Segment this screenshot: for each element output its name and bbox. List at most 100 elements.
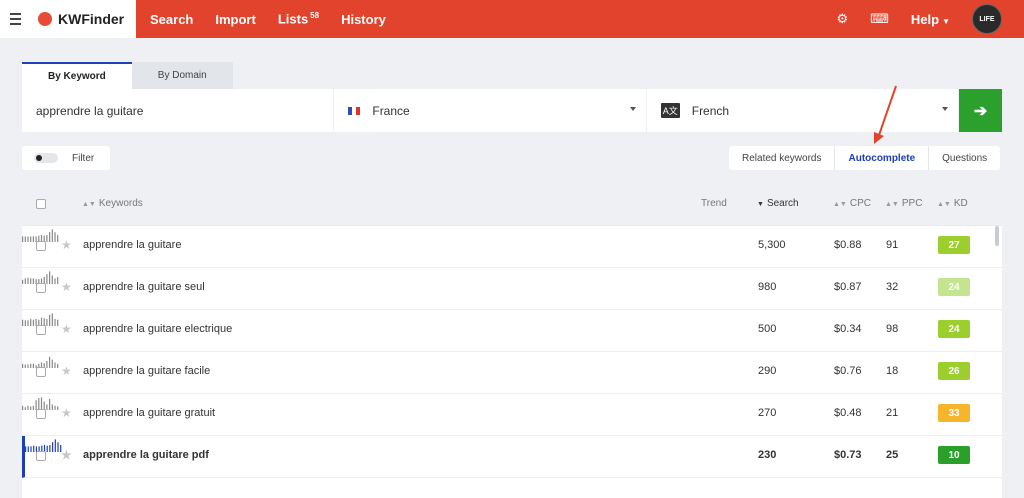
header-trend: Trend <box>701 198 727 209</box>
ppc-cell: 21 <box>886 407 899 419</box>
trend-bar <box>54 405 56 410</box>
trend-bar <box>24 278 26 284</box>
search-submit-button[interactable]: ➔ <box>959 89 1002 132</box>
cpc-cell: $0.88 <box>834 239 862 251</box>
row-checkbox[interactable] <box>36 325 46 335</box>
nav-history[interactable]: History <box>341 12 386 27</box>
trend-bar <box>30 406 32 410</box>
sort-icon: ▲▼ <box>885 201 899 208</box>
ppc-cell: 98 <box>886 323 899 335</box>
header-kd[interactable]: ▲▼ KD <box>937 198 968 209</box>
trend-bar <box>49 314 51 326</box>
tab-by-domain[interactable]: By Domain <box>131 62 233 89</box>
trend-bar <box>32 363 34 368</box>
star-icon[interactable]: ★ <box>61 322 72 336</box>
trend-bar <box>54 362 56 368</box>
trend-bar <box>51 359 53 368</box>
keyword-cell[interactable]: apprendre la guitare pdf <box>83 449 209 461</box>
annotation-arrow <box>874 85 897 144</box>
keyword-cell[interactable]: apprendre la guitare facile <box>83 365 210 377</box>
trend-bar <box>52 442 54 452</box>
tab-autocomplete[interactable]: Autocomplete <box>834 146 928 170</box>
avatar[interactable]: LIFE <box>972 4 1002 34</box>
help-menu[interactable]: Help ▼ <box>911 12 950 27</box>
kd-badge: 10 <box>938 446 970 464</box>
keyword-input[interactable]: apprendre la guitare <box>22 89 334 132</box>
search-volume-cell: 500 <box>758 323 777 335</box>
table-row[interactable]: ★ apprendre la guitare 5,300 $0.88 91 27 <box>22 226 1002 268</box>
scrollbar[interactable] <box>995 226 999 246</box>
tab-related-keywords[interactable]: Related keywords <box>729 146 834 170</box>
ppc-cell: 25 <box>886 449 899 461</box>
nav-lists[interactable]: Lists 58 <box>278 11 319 26</box>
trend-bar <box>24 320 26 326</box>
sort-desc-icon: ▼ <box>757 201 764 208</box>
trend-bar <box>49 356 51 368</box>
kd-badge: 24 <box>938 278 970 296</box>
star-icon[interactable]: ★ <box>61 406 72 420</box>
brand-name[interactable]: KWFinder <box>58 11 124 27</box>
trend-bar <box>24 236 26 242</box>
trend-bar <box>27 236 29 242</box>
france-flag-icon <box>348 106 361 115</box>
chevron-down-icon: ▼ <box>942 16 950 26</box>
language-select[interactable]: A文 French <box>646 89 959 132</box>
star-icon[interactable]: ★ <box>61 364 72 378</box>
row-checkbox[interactable] <box>36 409 46 419</box>
star-icon[interactable]: ★ <box>61 280 72 294</box>
menu-icon[interactable] <box>0 13 30 25</box>
search-volume-cell: 980 <box>758 281 777 293</box>
row-checkbox[interactable] <box>36 241 46 251</box>
nav-search[interactable]: Search <box>150 12 193 27</box>
star-icon[interactable]: ★ <box>61 448 72 462</box>
table-header: ▲▼ Keywords Trend ▼ Search ▲▼ CPC ▲▼ PPC ▲▼ K… <box>22 183 1002 226</box>
keyword-cell[interactable]: apprendre la guitare <box>83 239 181 251</box>
keyword-cell[interactable]: apprendre la guitare seul <box>83 281 205 293</box>
toggle-switch[interactable] <box>34 153 58 163</box>
keyword-cell[interactable]: apprendre la guitare electrique <box>83 323 232 335</box>
select-all-checkbox[interactable] <box>36 199 46 209</box>
trend-bar <box>27 364 29 368</box>
keyword-cell[interactable]: apprendre la guitare gratuit <box>83 407 215 419</box>
gear-icon[interactable]: ⚙ <box>836 11 848 27</box>
trend-bar <box>24 364 26 368</box>
trend-bar <box>46 445 48 452</box>
trend-bar <box>49 232 51 242</box>
trend-sparkline <box>25 439 62 452</box>
header-search-label: Search <box>766 198 799 209</box>
nav-import[interactable]: Import <box>215 12 255 27</box>
header-keywords[interactable]: ▲▼ Keywords <box>82 198 143 209</box>
search-volume-cell: 270 <box>758 407 777 419</box>
trend-bar <box>49 271 51 284</box>
tab-by-keyword[interactable]: By Keyword <box>22 62 132 89</box>
kd-badge: 33 <box>938 404 970 422</box>
row-checkbox[interactable] <box>36 283 46 293</box>
table-row[interactable]: ★ apprendre la guitare gratuit 270 $0.48 21 3… <box>22 394 1002 436</box>
row-checkbox[interactable] <box>36 367 46 377</box>
country-select[interactable]: France <box>334 89 646 132</box>
table-row[interactable]: ★ apprendre la guitare pdf 230 $0.73 25 10 <box>22 436 1002 478</box>
filter-toggle-button[interactable]: Filter <box>22 146 110 170</box>
header-ppc[interactable]: ▲▼ PPC <box>885 198 922 209</box>
sort-icon: ▲▼ <box>937 201 951 208</box>
table-row[interactable]: ★ apprendre la guitare facile 290 $0.76 18 26 <box>22 352 1002 394</box>
trend-bar <box>22 405 24 410</box>
brand-area: KWFinder <box>0 0 136 38</box>
table-row[interactable]: ★ apprendre la guitare electrique 500 $0.34… <box>22 310 1002 352</box>
trend-bar <box>46 361 48 368</box>
tab-questions[interactable]: Questions <box>928 146 1000 170</box>
trend-bar <box>57 319 59 326</box>
keyboard-icon[interactable]: ⌨ <box>870 11 889 27</box>
kwfinder-logo-icon <box>38 12 52 26</box>
cpc-cell: $0.34 <box>834 323 862 335</box>
trend-bar <box>46 404 48 410</box>
trend-bar <box>54 439 56 452</box>
trend-bar <box>46 235 48 242</box>
table-row[interactable]: ★ apprendre la guitare seul 980 $0.87 32 24 <box>22 268 1002 310</box>
header-search[interactable]: ▼ Search <box>757 198 799 209</box>
star-icon[interactable]: ★ <box>61 238 72 252</box>
trend-bar <box>46 319 48 326</box>
row-checkbox[interactable] <box>36 451 46 461</box>
header-cpc[interactable]: ▲▼ CPC <box>833 198 871 209</box>
search-volume-cell: 290 <box>758 365 777 377</box>
